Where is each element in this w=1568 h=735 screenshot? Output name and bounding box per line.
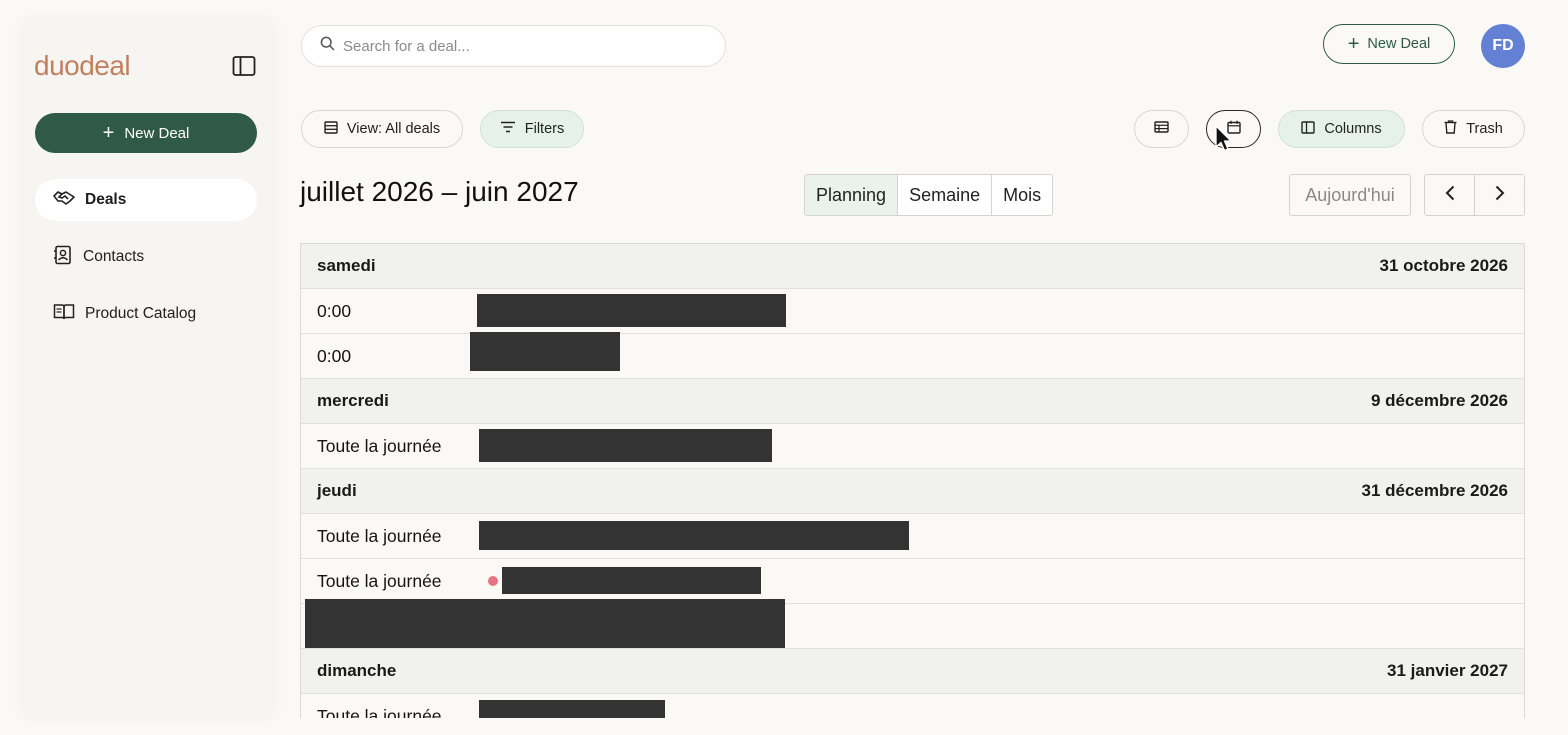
event-time: Toute la journée (317, 525, 442, 546)
sidebar-new-deal-button[interactable]: + New Deal (35, 113, 257, 153)
day-header: samedi 31 octobre 2026 (301, 244, 1524, 289)
day-weekday: dimanche (317, 661, 397, 680)
calendar-icon (1226, 120, 1241, 138)
book-open-icon (53, 303, 75, 326)
calendar-view-button[interactable] (1206, 110, 1261, 148)
list-view-icon (1154, 121, 1169, 137)
header-new-deal-label: New Deal (1367, 36, 1431, 52)
view-selector-label: View: All deals (346, 121, 441, 137)
sidebar-item-product-catalog[interactable]: Product Catalog (35, 293, 257, 335)
redacted-event-title[interactable] (502, 567, 761, 594)
redacted-event-title[interactable] (479, 521, 909, 550)
filters-label: Filters (524, 121, 565, 137)
redacted-event-title[interactable] (479, 429, 772, 462)
day-date: 31 janvier 2027 (1387, 661, 1508, 680)
redacted-event-title[interactable] (479, 700, 665, 718)
filter-icon (500, 121, 516, 137)
view-selector-button[interactable]: View: All deals (301, 110, 463, 148)
search-bar[interactable] (301, 25, 726, 67)
rows-icon (324, 120, 338, 138)
chevron-right-icon (1495, 185, 1505, 206)
day-date: 31 octobre 2026 (1379, 256, 1508, 275)
day-date: 31 décembre 2026 (1361, 481, 1509, 500)
redacted-event-title[interactable] (305, 599, 785, 648)
event-row[interactable]: Toute la journée (301, 694, 1524, 718)
columns-icon (1301, 120, 1316, 138)
tab-mois[interactable]: Mois (992, 175, 1053, 215)
event-row[interactable] (301, 599, 1524, 649)
app-logo: duodeal (34, 50, 131, 81)
event-row[interactable]: 0:00 (301, 332, 1524, 379)
trash-icon (1444, 120, 1457, 138)
list-view-button[interactable] (1134, 110, 1189, 148)
sidebar-item-deals[interactable]: Deals (35, 179, 257, 221)
day-header: mercredi 9 décembre 2026 (301, 379, 1524, 424)
redacted-event-title[interactable] (477, 294, 786, 327)
today-button[interactable]: Aujourd'hui (1289, 174, 1411, 216)
status-dot (488, 576, 498, 586)
plus-icon: + (1347, 33, 1360, 55)
filters-button[interactable]: Filters (480, 110, 584, 148)
event-row[interactable]: Toute la journée (301, 424, 1524, 469)
trash-label: Trash (1466, 121, 1503, 137)
redacted-event-title[interactable] (470, 332, 620, 371)
avatar[interactable]: FD (1481, 24, 1525, 68)
day-weekday: mercredi (317, 391, 389, 410)
sidebar-item-label: Contacts (83, 248, 145, 265)
day-date: 9 décembre 2026 (1370, 391, 1508, 410)
event-row[interactable]: Toute la journée (301, 514, 1524, 559)
sidebar-toggle-icon[interactable] (232, 55, 256, 77)
header-new-deal-button[interactable]: + New Deal (1323, 24, 1455, 64)
day-weekday: samedi (317, 256, 376, 275)
sidebar-item-label: Deals (85, 191, 127, 208)
trash-button[interactable]: Trash (1422, 110, 1525, 148)
event-time: 0:00 (317, 345, 352, 366)
search-icon (320, 36, 335, 56)
sidebar-new-deal-label: New Deal (124, 124, 190, 142)
tab-planning[interactable]: Planning (805, 175, 899, 215)
calendar-range-title: juillet 2026 – juin 2027 (300, 176, 579, 207)
event-time: 0:00 (317, 300, 352, 321)
day-header: dimanche 31 janvier 2027 (301, 649, 1524, 694)
event-time: Toute la journée (317, 705, 442, 719)
columns-label: Columns (1324, 121, 1382, 137)
sidebar-item-contacts[interactable]: Contacts (35, 236, 257, 278)
search-input[interactable] (343, 37, 703, 55)
sidebar-item-label: Product Catalog (85, 305, 197, 322)
event-row[interactable]: Toute la journée (301, 559, 1524, 604)
handshake-icon (53, 189, 75, 212)
calendar-nav (1424, 174, 1525, 216)
chevron-left-icon (1445, 185, 1455, 206)
previous-button[interactable] (1425, 175, 1475, 215)
event-row[interactable]: 0:00 (301, 289, 1524, 334)
agenda-list: samedi 31 octobre 2026 0:00 0:00 mercred… (300, 243, 1525, 718)
day-header: jeudi 31 décembre 2026 (301, 469, 1524, 514)
day-weekday: jeudi (317, 481, 357, 500)
event-time: Toute la journée (317, 570, 442, 591)
calendar-view-switch: Planning Semaine Mois (804, 174, 1054, 216)
next-button[interactable] (1475, 175, 1524, 215)
tab-semaine[interactable]: Semaine (898, 175, 993, 215)
event-time: Toute la journée (317, 435, 442, 456)
contact-book-icon (53, 245, 73, 270)
plus-icon: + (102, 122, 115, 144)
columns-button[interactable]: Columns (1278, 110, 1405, 148)
sidebar: duodeal + New Deal Deals Contacts Produc… (20, 18, 276, 718)
